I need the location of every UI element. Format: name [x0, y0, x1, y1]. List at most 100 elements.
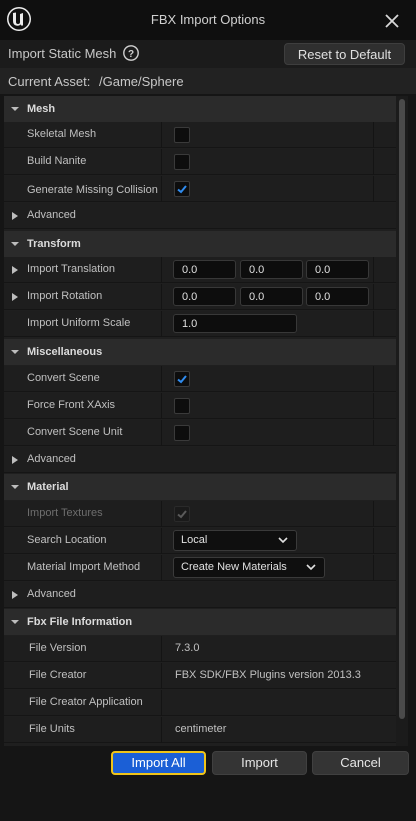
chevron-down-icon [11, 242, 19, 246]
checkmark-icon [177, 375, 187, 384]
section-mesh[interactable]: Mesh [4, 96, 396, 122]
search-location-value: Local [181, 534, 208, 546]
checkmark-icon [177, 510, 187, 519]
section-title: Fbx File Information [27, 616, 133, 628]
help-icon[interactable]: ? [122, 44, 140, 62]
chevron-right-icon [12, 591, 18, 599]
property-label: Skeletal Mesh [27, 128, 97, 140]
section-title: Material [27, 481, 69, 493]
row-import-uniform-scale: Import Uniform Scale 1.0 [4, 311, 396, 337]
chevron-right-icon[interactable] [11, 292, 19, 302]
row-force-front-xaxis: Force Front XAxis [4, 393, 396, 419]
advanced-label: Advanced [27, 209, 76, 221]
import-all-button[interactable]: Import All [111, 751, 206, 775]
row-material-import-method: Material Import Method Create New Materi… [4, 555, 396, 581]
section-material[interactable]: Material [4, 474, 396, 500]
rotation-y-field[interactable]: 0.0 [240, 287, 303, 306]
chevron-down-icon [11, 107, 19, 111]
property-label: Convert Scene Unit [27, 426, 123, 438]
property-label: Generate Missing Collision [27, 184, 158, 196]
section-miscellaneous[interactable]: Miscellaneous [4, 339, 396, 365]
row-convert-scene-unit: Convert Scene Unit [4, 420, 396, 446]
reset-to-default-button[interactable]: Reset to Default [284, 43, 405, 65]
current-asset-path: /Game/Sphere [99, 74, 184, 89]
property-label: Material Import Method [27, 561, 141, 573]
row-file-units: File Units centimeter [4, 717, 396, 743]
chevron-down-icon [11, 350, 19, 354]
rotation-x-field[interactable]: 0.0 [173, 287, 236, 306]
import-toolbar: Import Static Mesh ? Reset to Default [0, 40, 416, 68]
chevron-right-icon [12, 212, 18, 220]
chevron-right-icon [12, 456, 18, 464]
uniform-scale-field[interactable]: 1.0 [173, 314, 297, 333]
force-front-xaxis-checkbox[interactable] [174, 398, 190, 414]
file-version-value: 7.3.0 [175, 642, 200, 654]
row-material-advanced[interactable]: Advanced [4, 582, 396, 608]
build-nanite-checkbox[interactable] [174, 154, 190, 170]
title-bar: FBX Import Options [0, 0, 416, 40]
row-import-textures: Import Textures [4, 501, 396, 527]
section-title: Miscellaneous [27, 346, 103, 358]
chevron-down-icon [306, 564, 316, 571]
fbx-import-dialog: FBX Import Options Import Static Mesh ? … [0, 0, 416, 821]
row-misc-advanced[interactable]: Advanced [4, 447, 396, 473]
section-title: Transform [27, 238, 81, 250]
options-panel: Mesh Skeletal Mesh Build Nanite Generate… [4, 96, 396, 746]
chevron-down-icon [11, 485, 19, 489]
material-import-method-value: Create New Materials [181, 561, 287, 573]
skeletal-mesh-checkbox[interactable] [174, 127, 190, 143]
import-textures-checkbox [174, 506, 190, 522]
row-file-creator: File Creator FBX SDK/FBX Plugins version… [4, 663, 396, 689]
row-build-nanite: Build Nanite [4, 149, 396, 175]
property-label: Force Front XAxis [27, 399, 116, 411]
section-transform[interactable]: Transform [4, 231, 396, 257]
advanced-label: Advanced [27, 453, 76, 465]
material-import-method-dropdown[interactable]: Create New Materials [173, 557, 325, 578]
row-mesh-advanced[interactable]: Advanced [4, 203, 396, 229]
chevron-right-icon[interactable] [11, 265, 19, 275]
convert-scene-checkbox[interactable] [174, 371, 190, 387]
svg-text:?: ? [128, 49, 134, 60]
convert-scene-unit-checkbox[interactable] [174, 425, 190, 441]
dialog-footer: Import All Import Cancel [0, 748, 416, 821]
current-asset-bar: Current Asset: /Game/Sphere [0, 68, 416, 94]
translation-x-field[interactable]: 0.0 [173, 260, 236, 279]
property-label: File Creator Application [29, 696, 143, 708]
scrollbar-thumb[interactable] [399, 99, 405, 719]
property-label: File Creator [29, 669, 87, 681]
row-convert-scene: Convert Scene [4, 366, 396, 392]
property-label: File Version [29, 642, 87, 654]
section-title: Mesh [27, 103, 56, 115]
property-label: Import Rotation [27, 290, 103, 302]
section-fbx-file-information[interactable]: Fbx File Information [4, 609, 396, 635]
import-button[interactable]: Import [212, 751, 307, 775]
rotation-z-field[interactable]: 0.0 [306, 287, 369, 306]
row-import-rotation: Import Rotation 0.0 0.0 0.0 [4, 284, 396, 310]
property-label: Import Uniform Scale [27, 317, 131, 329]
row-import-translation: Import Translation 0.0 0.0 0.0 [4, 257, 396, 283]
advanced-label: Advanced [27, 588, 76, 600]
property-label: Search Location [27, 534, 107, 546]
row-skeletal-mesh: Skeletal Mesh [4, 122, 396, 148]
property-label: Import Textures [27, 507, 103, 519]
row-file-version: File Version 7.3.0 [4, 636, 396, 662]
file-creator-value: FBX SDK/FBX Plugins version 2013.3 [175, 669, 361, 681]
generate-missing-collision-checkbox[interactable] [174, 181, 190, 197]
property-label: File Units [29, 723, 75, 735]
row-search-location: Search Location Local [4, 528, 396, 554]
import-type-label: Import Static Mesh [8, 46, 117, 61]
close-icon[interactable] [381, 10, 403, 32]
search-location-dropdown[interactable]: Local [173, 530, 297, 551]
translation-z-field[interactable]: 0.0 [306, 260, 369, 279]
row-generate-missing-collision: Generate Missing Collision [4, 176, 396, 202]
window-title: FBX Import Options [150, 12, 266, 27]
row-file-creator-application: File Creator Application [4, 690, 396, 716]
translation-y-field[interactable]: 0.0 [240, 260, 303, 279]
chevron-down-icon [278, 537, 288, 544]
chevron-down-icon [11, 620, 19, 624]
current-asset-label: Current Asset: [8, 74, 91, 89]
property-label: Convert Scene [27, 372, 100, 384]
property-label: Import Translation [27, 263, 116, 275]
cancel-button[interactable]: Cancel [312, 751, 409, 775]
property-label: Build Nanite [27, 155, 87, 167]
